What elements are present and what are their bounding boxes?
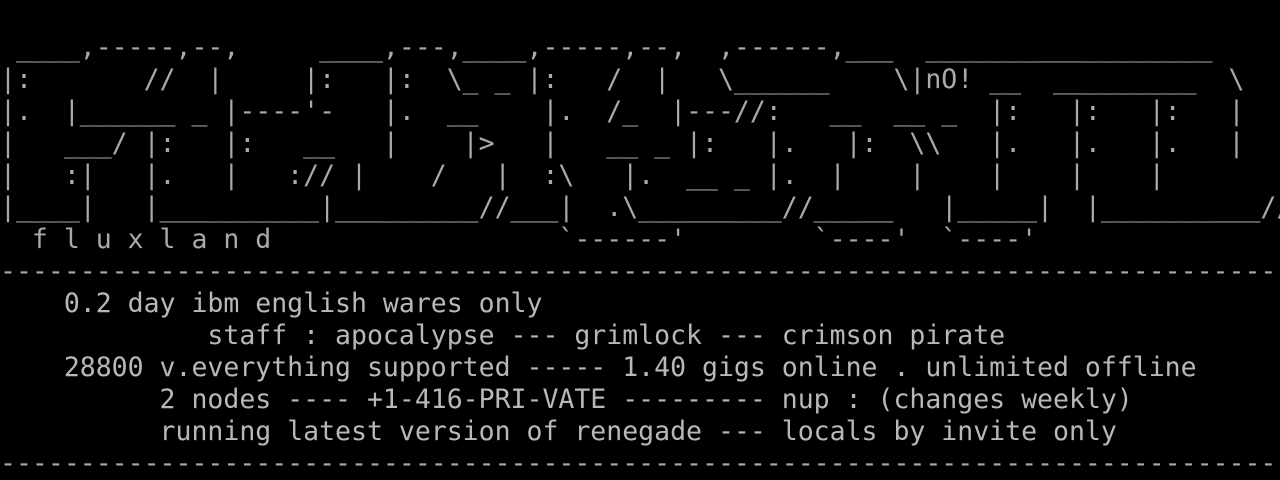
logo-line-6: |____| |__________|_________//___| .\___… xyxy=(0,192,1280,223)
logo-line-7: f l u x l a n d `------' `----' `----' xyxy=(0,224,1038,255)
info-line-5: running latest version of renegade --- l… xyxy=(0,416,1117,447)
logo-line-1: ____,-----,--, ____,---,____,-----,--, ,… xyxy=(0,32,1213,63)
logo-line-5: | :| |. | :// | / | :\ |. __ _ |. | | | … xyxy=(0,160,1165,191)
separator-top: ----------------------------------------… xyxy=(0,256,1277,287)
terminal-screen: ____,-----,--, ____,---,____,-----,--, ,… xyxy=(0,0,1280,480)
logo-line-2: |: // | |: |: \_ _ |: / | \______ \|nO! … xyxy=(0,64,1245,95)
logo-line-3: |. |______ _ |----'- |. __ |. /_ |---//:… xyxy=(0,96,1245,127)
info-line-1: 0.2 day ibm english wares only xyxy=(0,288,543,319)
info-line-3: 28800 v.everything supported ----- 1.40 … xyxy=(0,352,1197,383)
info-line-4: 2 nodes ---- +1-416-PRI-VATE --------- n… xyxy=(0,384,1133,415)
info-line-2: staff : apocalypse --- grimlock --- crim… xyxy=(0,320,1006,351)
logo-line-4: | ___/ |: |: __ | |> | __ _ |: |. |: \\ … xyxy=(0,128,1245,159)
separator-bottom: ----------------------------------------… xyxy=(0,448,1277,479)
